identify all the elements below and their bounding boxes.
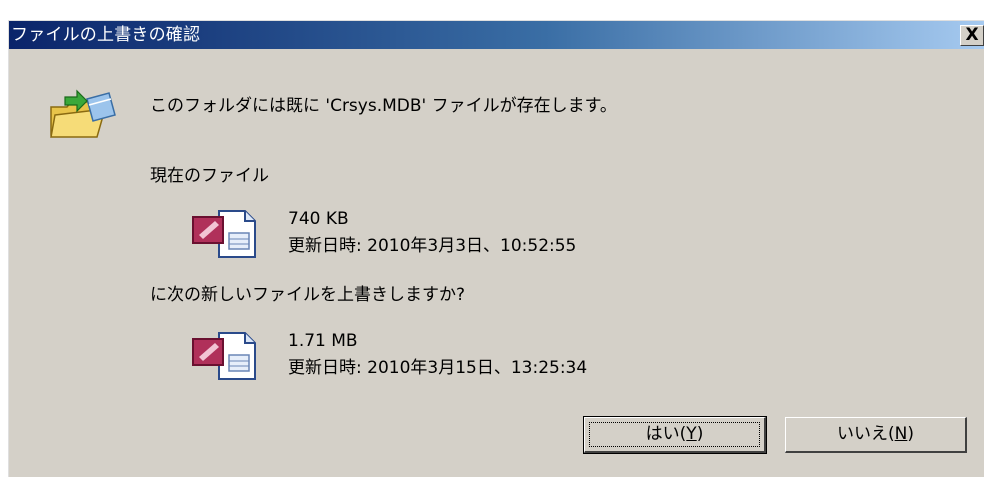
window-title: ファイルの上書きの確認 (11, 25, 201, 45)
close-button[interactable]: X (960, 25, 984, 46)
yes-button[interactable]: はい(Y) (583, 416, 767, 454)
access-database-file-icon (192, 332, 256, 380)
yes-button-label: はい(Y) (645, 424, 704, 444)
overwrite-confirm-dialog: ファイルの上書きの確認 X このフォルダには既に 'Crsys.MDB' ファイ… (8, 20, 984, 477)
exists-message: このフォルダには既に 'Crsys.MDB' ファイルが存在します。 (150, 96, 617, 116)
access-database-file-icon (192, 210, 256, 258)
current-file-label: 現在のファイル (150, 166, 269, 186)
new-file-modified: 更新日時: 2010年3月15日、13:25:34 (288, 358, 588, 378)
current-file-size: 740 KB (288, 209, 349, 229)
close-icon: X (965, 25, 979, 45)
folder-overwrite-icon (50, 89, 116, 138)
no-button-label: いいえ(N) (837, 424, 914, 444)
title-bar[interactable]: ファイルの上書きの確認 X (9, 21, 984, 49)
new-file-size: 1.71 MB (288, 331, 358, 351)
current-file-modified: 更新日時: 2010年3月3日、10:52:55 (288, 236, 577, 256)
replace-question: に次の新しいファイルを上書きしますか? (150, 285, 466, 305)
no-button[interactable]: いいえ(N) (785, 417, 967, 453)
